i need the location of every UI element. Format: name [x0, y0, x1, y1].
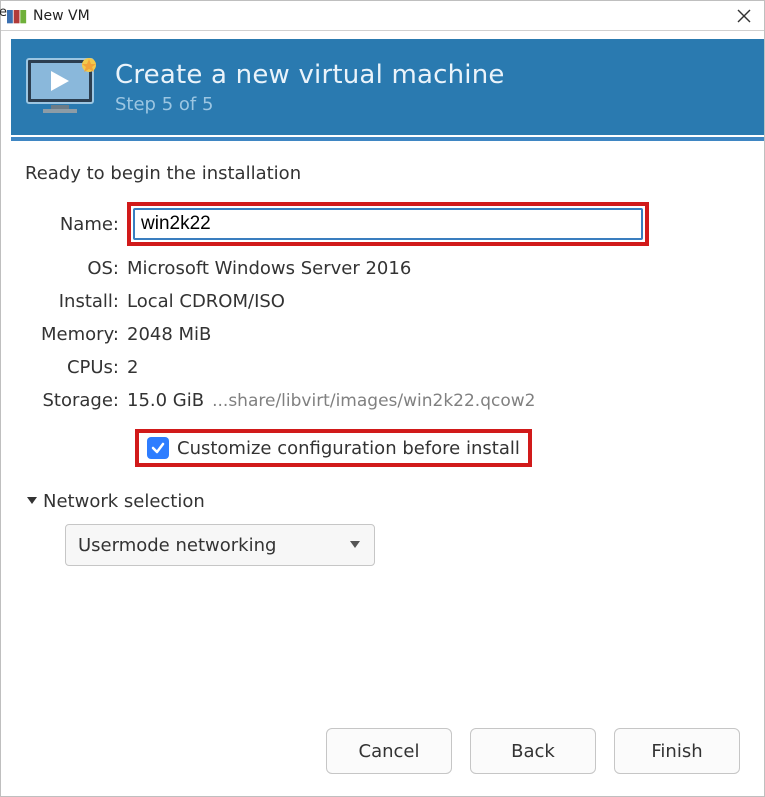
chevron-down-icon [348, 535, 362, 556]
network-section: Network selection Usermode networking [25, 491, 740, 566]
memory-row: Memory: 2048 MiB [25, 324, 740, 345]
button-bar: Cancel Back Finish [326, 728, 740, 774]
storage-row: Storage: 15.0 GiB ...share/libvirt/image… [25, 390, 740, 411]
new-vm-dialog: e New VM [0, 0, 765, 797]
back-label: Back [511, 741, 555, 762]
network-header-label: Network selection [43, 491, 205, 512]
cpus-label: CPUs: [25, 357, 127, 378]
os-label: OS: [25, 258, 127, 279]
back-button[interactable]: Back [470, 728, 596, 774]
ready-text: Ready to begin the installation [25, 163, 740, 184]
cpus-value: 2 [127, 357, 138, 378]
name-highlight [127, 202, 649, 246]
customize-highlight: Customize configuration before install [135, 429, 532, 467]
truncated-window-text: e [0, 5, 7, 20]
customize-checkbox[interactable] [147, 437, 169, 459]
wizard-step: Step 5 of 5 [115, 94, 505, 115]
finish-label: Finish [651, 741, 702, 762]
check-icon [150, 440, 166, 456]
storage-path: ...share/libvirt/images/win2k22.qcow2 [212, 391, 535, 411]
wizard-banner: Create a new virtual machine Step 5 of 5 [11, 39, 764, 135]
install-label: Install: [25, 291, 127, 312]
name-row: Name: [25, 202, 740, 246]
finish-button[interactable]: Finish [614, 728, 740, 774]
name-label: Name: [25, 214, 127, 235]
wizard-heading: Create a new virtual machine [115, 60, 505, 90]
cancel-label: Cancel [359, 741, 420, 762]
memory-label: Memory: [25, 324, 127, 345]
name-input[interactable] [133, 208, 643, 240]
install-value: Local CDROM/ISO [127, 291, 285, 312]
content-area: Ready to begin the installation Name: OS… [1, 141, 764, 566]
storage-label: Storage: [25, 390, 127, 411]
storage-size: 15.0 GiB [127, 390, 204, 411]
monitor-play-icon [25, 57, 99, 117]
vm-manager-icon [7, 9, 27, 23]
network-expander[interactable]: Network selection [25, 491, 740, 512]
os-value: Microsoft Windows Server 2016 [127, 258, 411, 279]
window-title: New VM [33, 8, 730, 24]
memory-value: 2048 MiB [127, 324, 211, 345]
triangle-down-icon [25, 491, 39, 512]
customize-label: Customize configuration before install [177, 438, 520, 459]
close-button[interactable] [730, 2, 758, 30]
close-icon [736, 8, 752, 24]
install-row: Install: Local CDROM/ISO [25, 291, 740, 312]
network-select[interactable]: Usermode networking [65, 524, 375, 566]
network-selected-value: Usermode networking [78, 535, 276, 556]
os-row: OS: Microsoft Windows Server 2016 [25, 258, 740, 279]
cpus-row: CPUs: 2 [25, 357, 740, 378]
titlebar: New VM [1, 1, 764, 31]
cancel-button[interactable]: Cancel [326, 728, 452, 774]
